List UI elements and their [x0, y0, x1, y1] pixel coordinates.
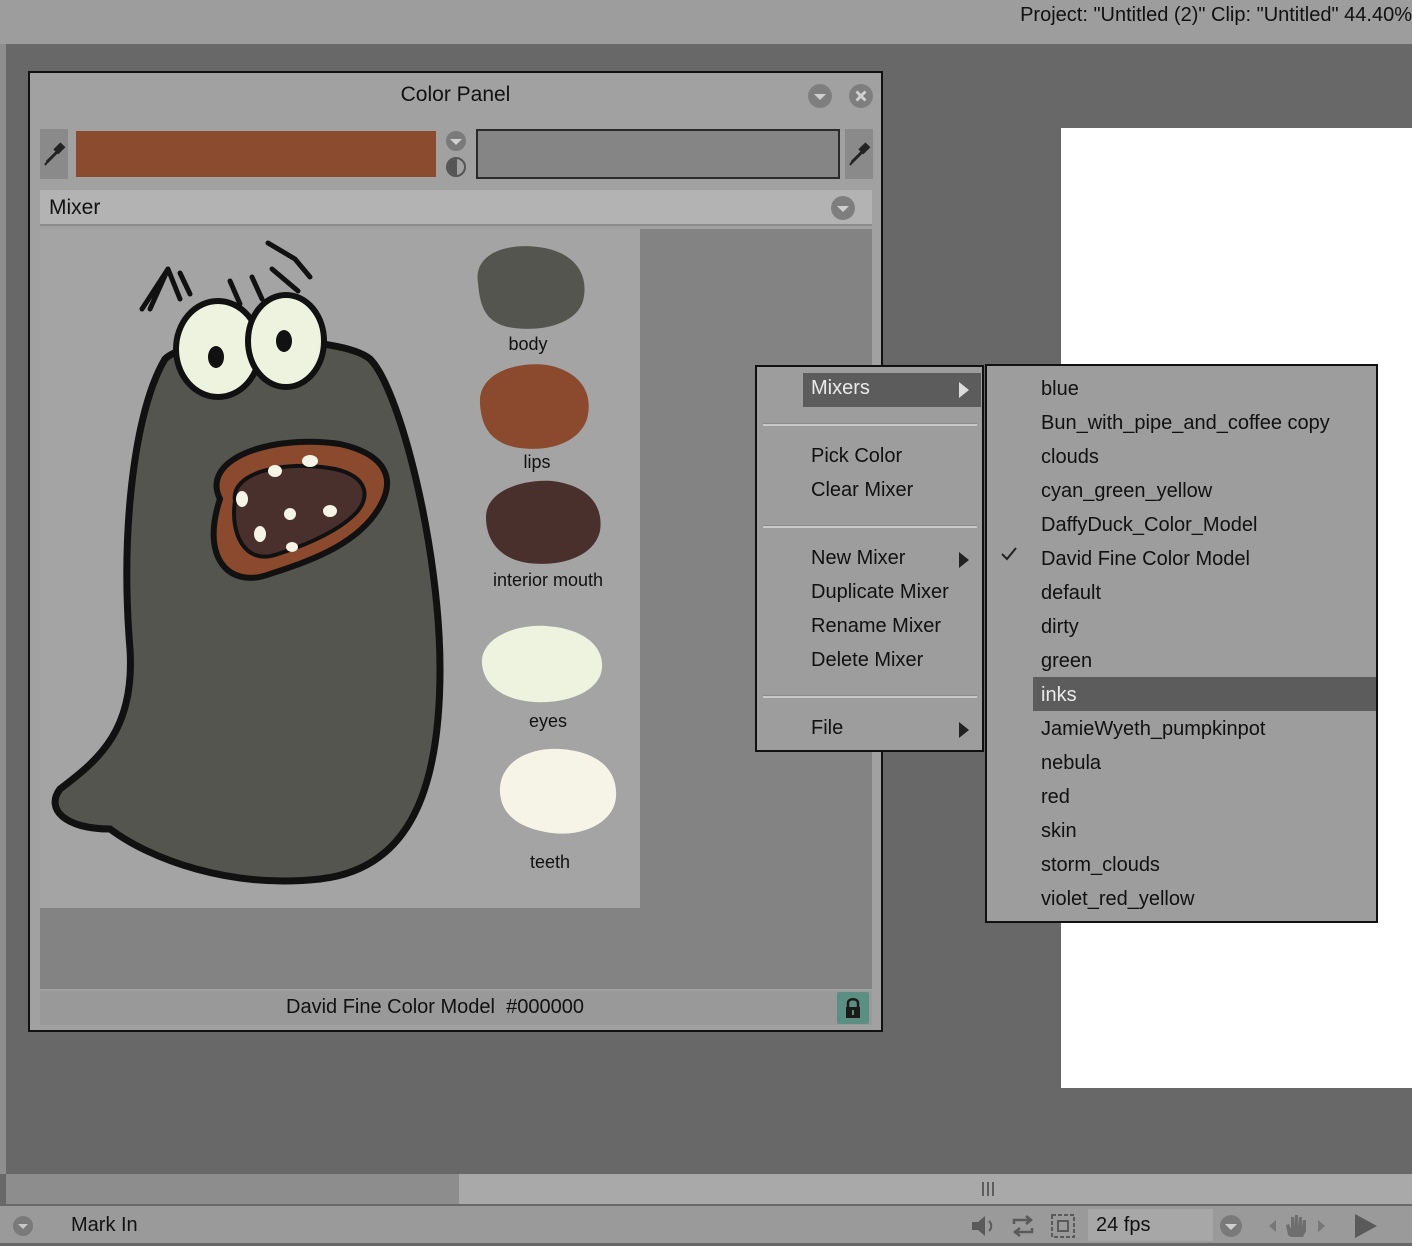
lock-icon: [846, 998, 860, 1018]
mixer-option-nebula[interactable]: nebula: [1041, 746, 1101, 780]
split-color-button[interactable]: [445, 156, 467, 178]
mixer-title: Mixer: [49, 196, 101, 219]
menu-item-delete-mixer[interactable]: Delete Mixer: [811, 649, 923, 672]
menu-item-rename-mixer[interactable]: Rename Mixer: [811, 615, 941, 638]
context-menu: Mixers Pick Color Clear Mixer New Mixer …: [755, 365, 984, 752]
eyedropper-right-button[interactable]: [845, 129, 873, 179]
panel-close-button[interactable]: [849, 84, 873, 108]
swatch-lips[interactable]: [472, 361, 592, 453]
loop-button[interactable]: [1008, 1211, 1038, 1246]
eyedropper-icon: [44, 142, 66, 166]
panel-menu-button[interactable]: [808, 84, 832, 108]
mixer-option-dirty[interactable]: dirty: [1041, 610, 1079, 644]
mixer-option-jamiewyeth[interactable]: JamieWyeth_pumpkinpot: [1041, 712, 1265, 746]
mixer-option-violet-red-yellow[interactable]: violet_red_yellow: [1041, 882, 1194, 916]
checkmark-icon: [999, 544, 1019, 570]
mixer-option-bun-with-pipe[interactable]: Bun_with_pipe_and_coffee copy: [1041, 406, 1330, 440]
secondary-color-swatch[interactable]: [476, 129, 840, 179]
mixer-header: Mixer: [40, 190, 872, 226]
mixer-option-daffyduck[interactable]: DaffyDuck_Color_Model: [1041, 508, 1257, 542]
chevron-down-icon: [809, 85, 831, 107]
mixer-option-blue[interactable]: blue: [1041, 372, 1079, 406]
submenu-highlight: [1033, 677, 1376, 711]
play-button[interactable]: [1350, 1211, 1380, 1246]
swatch-label-interior-mouth: interior mouth: [492, 570, 604, 590]
swap-colors-button[interactable]: [445, 130, 467, 152]
chevron-down-icon: [446, 131, 466, 151]
pan-button[interactable]: [1266, 1211, 1328, 1246]
mixer-status-bar: David Fine Color Model #000000: [40, 991, 872, 1025]
menu-item-new-mixer[interactable]: New Mixer: [811, 547, 905, 570]
swatch-interior-mouth[interactable]: [482, 479, 606, 567]
swatch-teeth[interactable]: [496, 747, 620, 837]
left-edge: [0, 44, 6, 1174]
mixer-status-text: David Fine Color Model #000000: [286, 996, 584, 1018]
eyedropper-left-button[interactable]: [40, 129, 68, 179]
submenu-arrow-icon: [959, 382, 969, 398]
mixers-submenu: blue Bun_with_pipe_and_coffee copy cloud…: [985, 364, 1378, 923]
mixer-option-storm-clouds[interactable]: storm_clouds: [1041, 848, 1160, 882]
character-drawing: [51, 240, 444, 885]
mixer-option-inks[interactable]: inks: [1041, 678, 1077, 712]
mixer-option-cyan-green-yellow[interactable]: cyan_green_yellow: [1041, 474, 1212, 508]
hand-pan-icon: [1269, 1215, 1325, 1237]
lock-button[interactable]: [837, 992, 869, 1024]
scrollbar-thumb[interactable]: [459, 1174, 1412, 1204]
menu-divider: [763, 423, 977, 426]
eyedropper-icon: [849, 142, 871, 166]
menu-item-duplicate-mixer[interactable]: Duplicate Mixer: [811, 581, 949, 604]
menu-item-pick-color[interactable]: Pick Color: [811, 445, 902, 468]
submenu-arrow-icon: [959, 552, 969, 568]
loop-icon: [1012, 1215, 1034, 1237]
menu-item-mixers[interactable]: Mixers: [811, 377, 870, 400]
mixer-option-red[interactable]: red: [1041, 780, 1070, 814]
submenu-arrow-icon: [959, 722, 969, 738]
mixer-option-default[interactable]: default: [1041, 576, 1101, 610]
mark-in-button[interactable]: [12, 1215, 34, 1242]
mixer-option-david-fine[interactable]: David Fine Color Model: [1041, 542, 1250, 576]
project-info: Project: "Untitled (2)" Clip: "Untitled"…: [1020, 4, 1412, 26]
mixer-option-green[interactable]: green: [1041, 644, 1092, 678]
chevron-down-icon: [1220, 1215, 1242, 1237]
mixer-canvas[interactable]: body lips interior mouth eyes teeth: [40, 229, 640, 908]
mixer-option-clouds[interactable]: clouds: [1041, 440, 1099, 474]
swatch-label-teeth: teeth: [529, 852, 571, 872]
mixer-area[interactable]: body lips interior mouth eyes teeth: [40, 229, 872, 989]
grip-icon: [980, 1180, 996, 1203]
swatch-label-lips: lips: [523, 452, 551, 472]
swatch-label-eyes: eyes: [528, 711, 568, 731]
mixer-option-skin[interactable]: skin: [1041, 814, 1077, 848]
speaker-icon: [972, 1216, 993, 1236]
swatch-label-body: body: [508, 334, 548, 354]
chevron-down-icon: [13, 1216, 33, 1236]
menu-divider: [763, 525, 977, 528]
chevron-down-icon: [832, 197, 854, 219]
swatch-body[interactable]: [468, 243, 588, 335]
fps-value: 24 fps: [1096, 1214, 1151, 1236]
menu-item-file[interactable]: File: [811, 717, 843, 740]
menu-divider: [763, 695, 977, 698]
play-icon: [1355, 1214, 1377, 1238]
primary-color-swatch[interactable]: [76, 131, 436, 177]
mixer-menu-button[interactable]: [831, 196, 855, 220]
half-circle-icon: [446, 157, 466, 177]
speaker-button[interactable]: [968, 1211, 998, 1246]
close-icon: [850, 85, 872, 107]
mark-in-label: Mark In: [71, 1214, 138, 1236]
fit-view-button[interactable]: [1048, 1211, 1078, 1246]
fps-dropdown-button[interactable]: [1219, 1214, 1243, 1243]
panel-title: Color Panel: [400, 83, 511, 106]
menu-item-clear-mixer[interactable]: Clear Mixer: [811, 479, 913, 502]
fit-screen-icon: [1051, 1214, 1075, 1238]
swatch-eyes[interactable]: [480, 624, 606, 706]
